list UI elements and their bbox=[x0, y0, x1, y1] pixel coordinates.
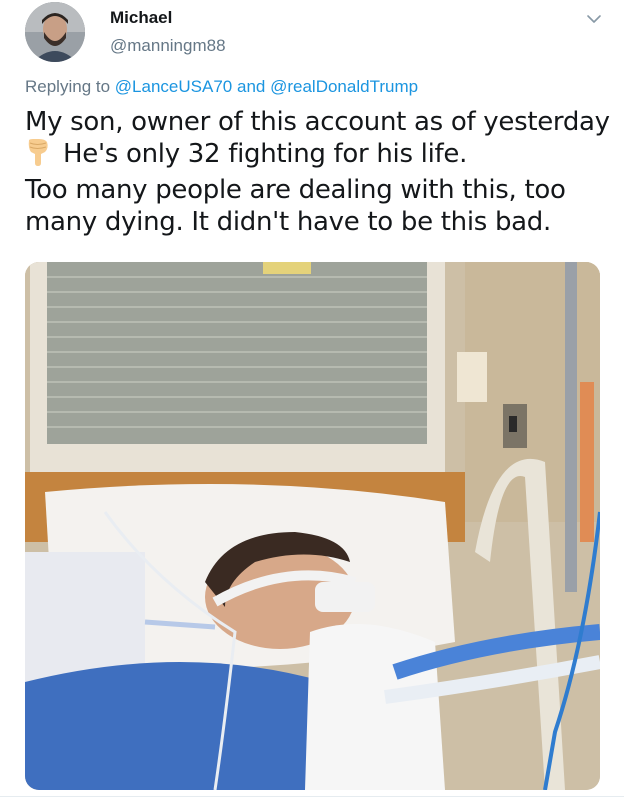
display-name[interactable]: Michael bbox=[110, 8, 172, 28]
tweet: Michael @manningm88 Replying to @LanceUS… bbox=[0, 0, 624, 800]
mention-joiner: and bbox=[236, 77, 266, 96]
avatar[interactable] bbox=[25, 2, 85, 62]
tweet-text-line-1: My son, owner of this account as of yest… bbox=[25, 107, 610, 137]
mention-link-2[interactable]: @realDonaldTrump bbox=[270, 77, 418, 96]
tweet-text: My son, owner of this account as of yest… bbox=[25, 106, 610, 238]
replying-to-prefix: Replying to bbox=[25, 77, 111, 96]
divider bbox=[0, 796, 624, 797]
tweet-text-line-3: Too many people are dealing with this, t… bbox=[25, 175, 566, 205]
tweet-text-line-2: He's only 32 fighting for his life. bbox=[25, 138, 605, 174]
tweet-photo[interactable] bbox=[25, 262, 600, 790]
tweet-text-line-2-text: He's only 32 fighting for his life. bbox=[63, 139, 468, 169]
user-handle[interactable]: @manningm88 bbox=[110, 36, 226, 56]
tweet-text-line-4: many dying. It didn't have to be this ba… bbox=[25, 207, 551, 237]
chevron-down-icon[interactable] bbox=[585, 10, 603, 28]
mention-link-1[interactable]: @LanceUSA70 bbox=[115, 77, 232, 96]
replying-to: Replying to @LanceUSA70 and @realDonaldT… bbox=[25, 77, 418, 97]
pointing-down-emoji-icon bbox=[25, 138, 55, 174]
